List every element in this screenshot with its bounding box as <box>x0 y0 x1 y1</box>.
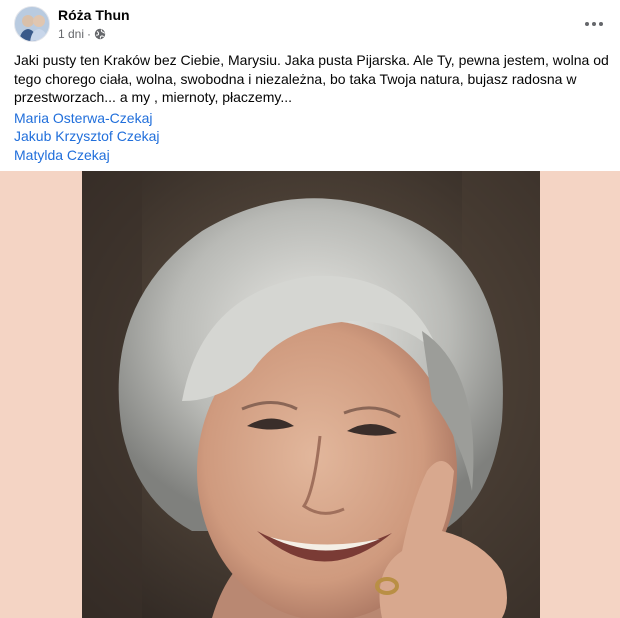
more-options-icon[interactable] <box>582 12 606 36</box>
post-meta: 1 dni · <box>58 27 106 41</box>
tagged-person-link[interactable]: Maria Osterwa-Czekaj <box>14 109 610 128</box>
tagged-person-link[interactable]: Jakub Krzysztof Czekaj <box>14 127 610 146</box>
author-name[interactable]: Róża Thun <box>58 7 130 23</box>
meta-separator: · <box>87 27 92 41</box>
author-avatar[interactable] <box>14 6 50 42</box>
portrait-photo[interactable] <box>82 171 540 618</box>
tagged-person-link[interactable]: Matylda Czekaj <box>14 146 610 165</box>
post-header: Róża Thun 1 dni · <box>0 0 620 46</box>
tagged-people: Maria Osterwa-Czekaj Jakub Krzysztof Cze… <box>14 109 610 165</box>
post-body: Jaki pusty ten Kraków bez Ciebie, Marysi… <box>14 51 610 164</box>
post-message: Jaki pusty ten Kraków bez Ciebie, Marysi… <box>14 52 609 105</box>
post-media[interactable] <box>0 171 620 618</box>
post-timestamp[interactable]: 1 dni <box>58 27 84 41</box>
globe-icon[interactable] <box>94 28 106 40</box>
